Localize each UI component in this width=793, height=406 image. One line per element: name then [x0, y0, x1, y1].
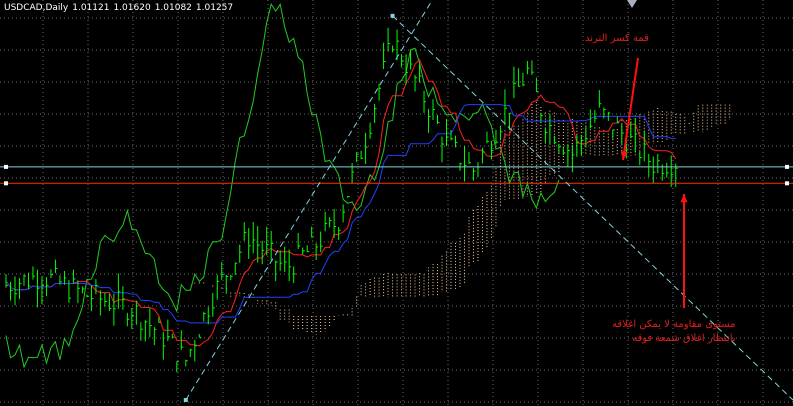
chikou-span-line: [5, 2, 560, 369]
symbol-label: USDCAD,Daily: [4, 3, 69, 13]
close-value: 1.01257: [195, 3, 234, 13]
resistance-annotation: مستوى مقاومة لا يمكن اغلاقه بانتظار اغلا…: [612, 318, 736, 346]
resistance-annotation-line1: مستوى مقاومة لا يمكن اغلاقه: [612, 319, 736, 330]
open-value: 1.01121: [72, 3, 110, 13]
resistance-arrow-icon-head: [680, 194, 688, 203]
tenkan-sen-line: [5, 58, 677, 347]
price-chart[interactable]: USDCAD,Daily 1.01121 1.01620 1.01082 1.01257…: [0, 0, 793, 406]
low-value: 1.01082: [154, 3, 192, 13]
resistance-annotation-line2: بانتظار اغلاق شمعة فوقه: [632, 333, 736, 344]
level-anchor-right: [785, 181, 789, 186]
level-anchor-left: [4, 181, 8, 186]
trend-break-annotation: قمة كسر الترند: [585, 33, 649, 44]
trendline-anchor: [183, 398, 188, 402]
trendline-anchor: [390, 13, 395, 18]
chart-shift-marker-icon[interactable]: [627, 0, 637, 8]
symbol-header: USDCAD,Daily 1.01121 1.01620 1.01082 1.01257: [4, 3, 237, 14]
high-value: 1.01620: [113, 3, 151, 13]
level-anchor-right: [785, 164, 789, 169]
level-anchor-left: [4, 164, 8, 169]
